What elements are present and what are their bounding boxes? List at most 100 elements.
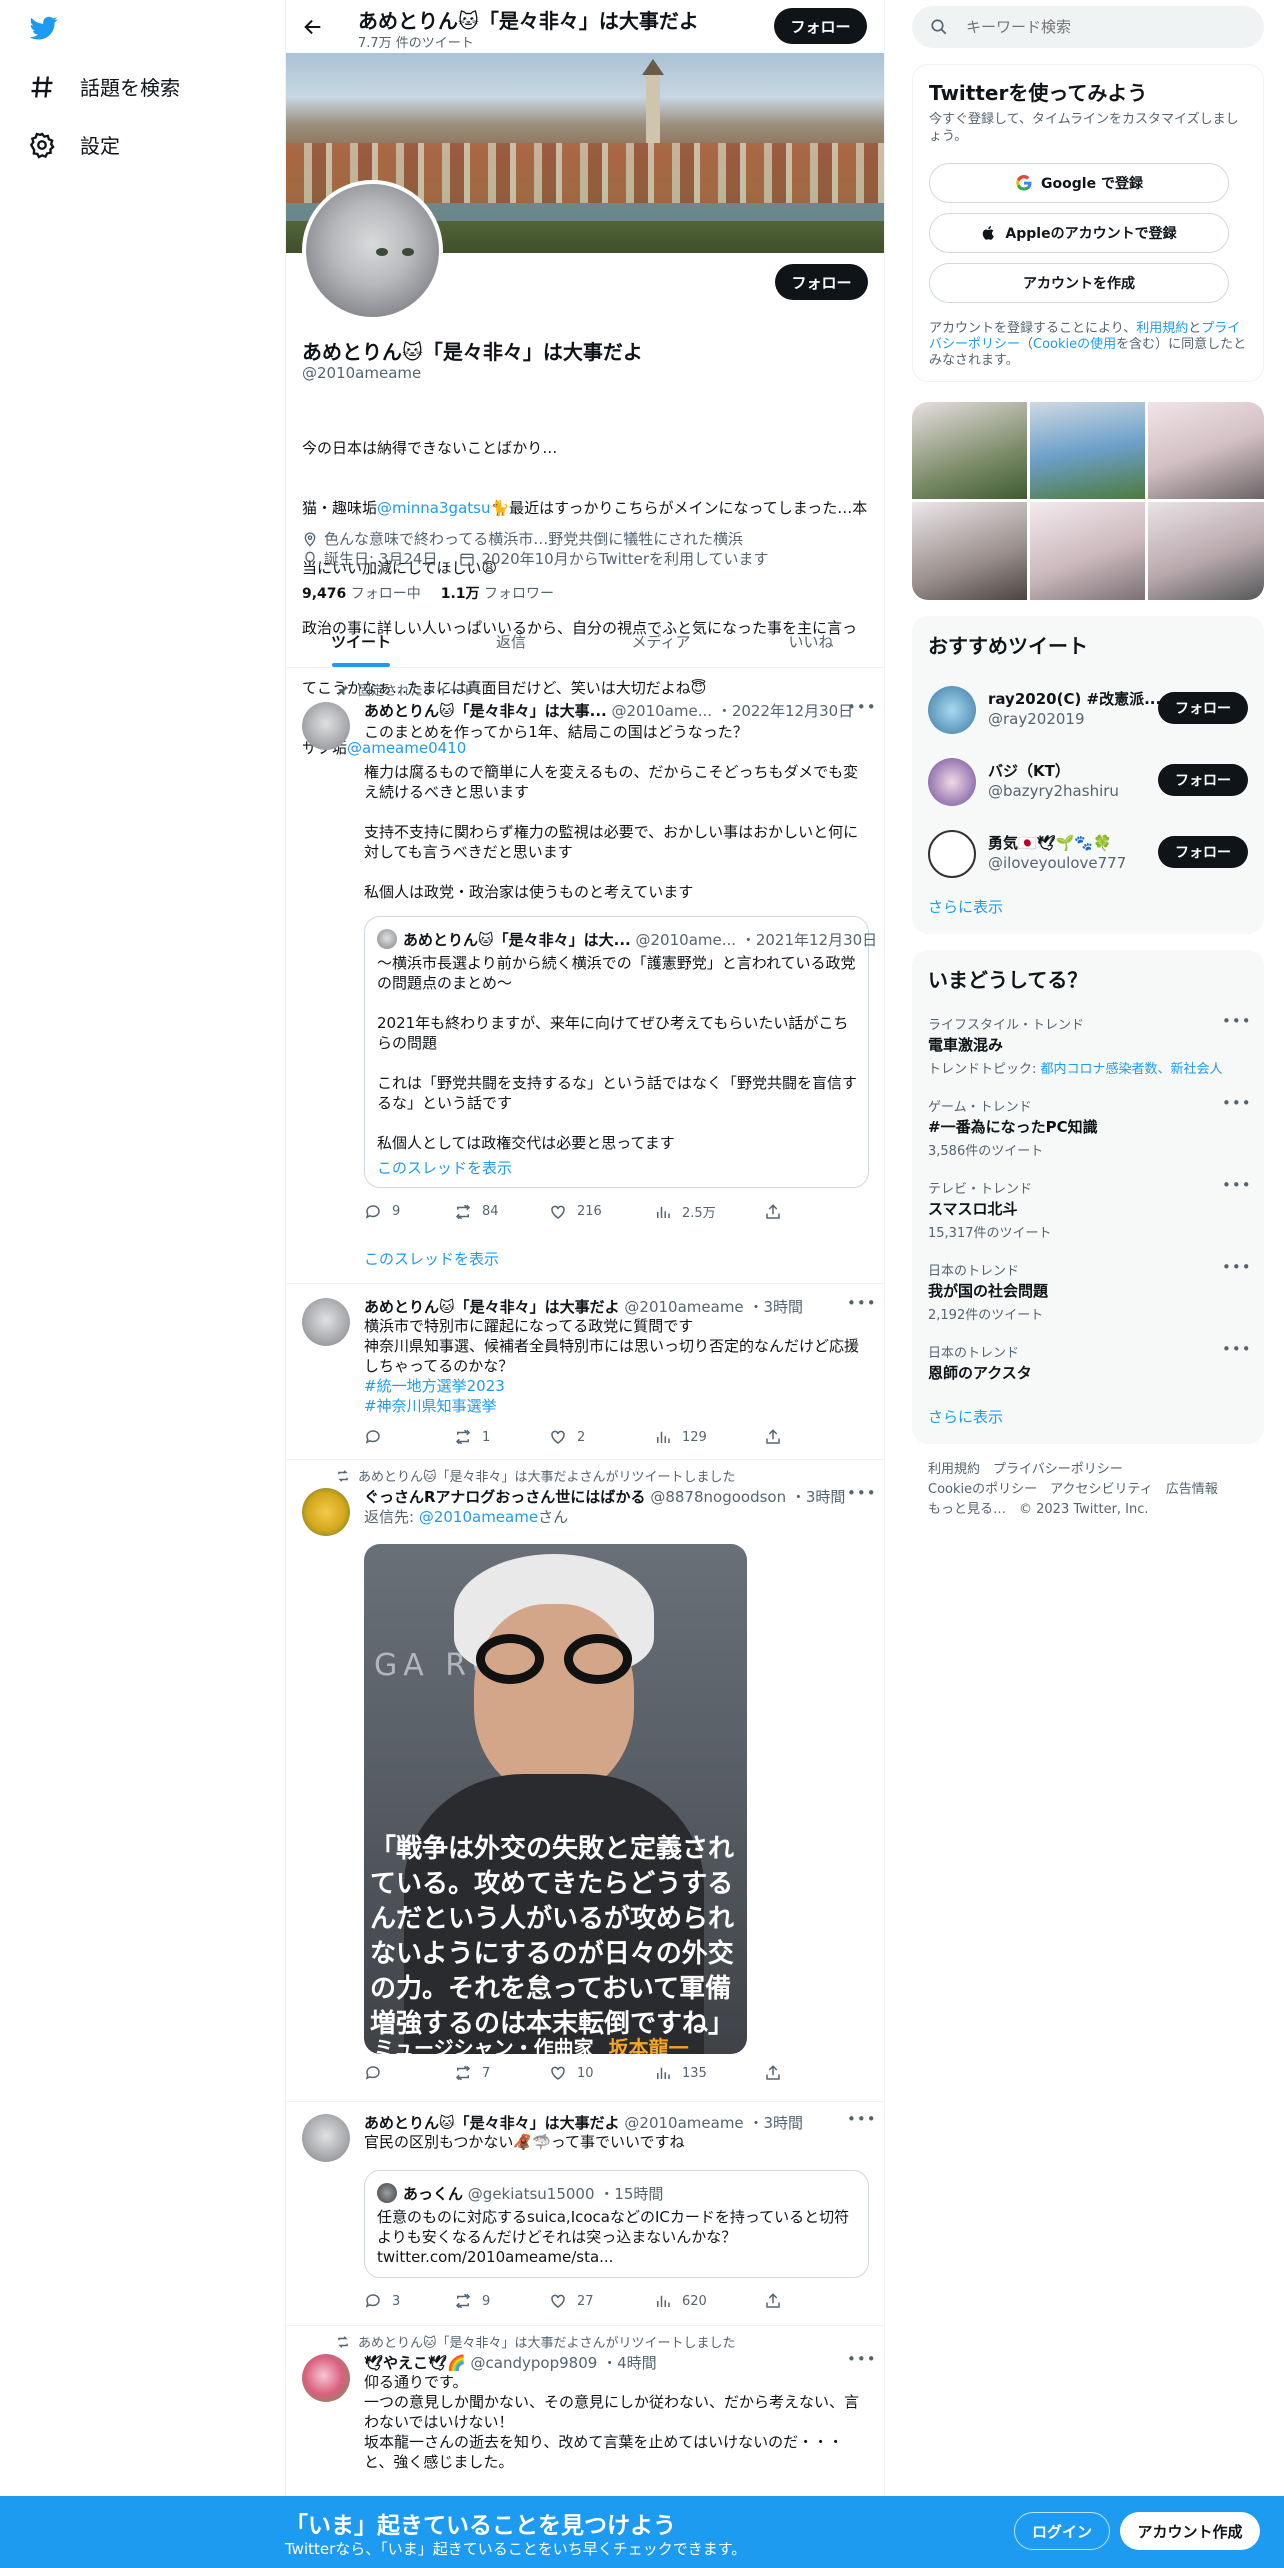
nav-settings[interactable]: 設定: [28, 130, 120, 159]
tweet-image[interactable]: GA ROR ARD 「戦争は外交の失敗と定義されている。攻めてきたらどうするん…: [364, 1544, 747, 2054]
footer-line[interactable]: もっと見る… © 2023 Twitter, Inc.: [928, 1500, 1258, 1520]
reply-button[interactable]: 3: [364, 2292, 454, 2310]
recommended-more-link[interactable]: さらに表示: [928, 896, 1003, 917]
more-icon[interactable]: •••: [847, 2110, 877, 2128]
hashtag-link[interactable]: #神奈川県知事選挙: [364, 1396, 497, 1416]
more-icon[interactable]: •••: [847, 1484, 877, 1502]
like-button[interactable]: 216: [549, 1202, 654, 1221]
more-icon[interactable]: •••: [847, 698, 877, 716]
tweet-avatar[interactable]: [302, 2114, 350, 2162]
google-signup-button[interactable]: Google で登録: [929, 163, 1229, 203]
footer-line[interactable]: 利用規約 プライバシーポリシー: [928, 1460, 1258, 1480]
share-button[interactable]: [764, 2064, 782, 2082]
hashtag-link[interactable]: #統一地方選挙2023: [364, 1376, 505, 1396]
tweet-date[interactable]: ・4時間: [602, 2354, 657, 2372]
tweet[interactable]: あめとりん🐱「是々非々」は大事だよ @2010ameame ・3時間 ••• 官…: [286, 2102, 884, 2324]
tweet-avatar[interactable]: [302, 702, 350, 750]
retweet-button[interactable]: 7: [454, 2064, 549, 2082]
tweet-author-handle[interactable]: @2010ame...: [612, 702, 713, 720]
trend-more-icon[interactable]: •••: [1222, 1176, 1252, 1194]
back-arrow-icon[interactable]: [302, 16, 324, 38]
media-thumb[interactable]: [1148, 502, 1264, 600]
tweet-author-name[interactable]: あめとりん🐱「是々非々」は大事だよ: [364, 1298, 620, 1316]
trend-item[interactable]: 日本のトレンド 我が国の社会問題 2,192件のツイート •••: [912, 1254, 1264, 1336]
tweet-author-name[interactable]: あめとりん🐱「是々非々」は大事...: [364, 702, 607, 720]
views-button[interactable]: 2.5万: [654, 1202, 764, 1221]
trend-more-icon[interactable]: •••: [1222, 1094, 1252, 1112]
share-button[interactable]: [764, 2292, 782, 2310]
bio-mention-link[interactable]: @minna3gatsu: [377, 499, 490, 517]
reply-button[interactable]: 9: [364, 1202, 454, 1221]
retweet-button[interactable]: 84: [454, 1202, 549, 1221]
media-thumb[interactable]: [1030, 502, 1145, 600]
media-thumb[interactable]: [912, 402, 1027, 499]
follow-button[interactable]: フォロー: [1158, 764, 1248, 796]
tweet-author-handle[interactable]: @candypop9809: [471, 2354, 598, 2372]
signup-button[interactable]: アカウント作成: [1120, 2512, 1260, 2550]
cookie-link[interactable]: Cookieの使用: [1033, 337, 1116, 352]
reply-button[interactable]: [364, 1428, 454, 1446]
tweet-date[interactable]: ・3時間: [748, 1298, 803, 1316]
media-thumb[interactable]: [912, 502, 1027, 600]
tab-likes[interactable]: いいね: [736, 615, 884, 668]
media-thumb[interactable]: [1148, 402, 1264, 499]
tweet-author-handle[interactable]: @8878nogoodson: [650, 1488, 786, 1506]
like-button[interactable]: 2: [549, 1428, 654, 1446]
nav-explore[interactable]: 話題を検索: [28, 72, 180, 101]
terms-link[interactable]: 利用規約: [1136, 321, 1188, 336]
like-button[interactable]: 10: [549, 2064, 654, 2082]
share-button[interactable]: [764, 1202, 782, 1221]
recommended-user[interactable]: ray2020(C) #改憲派... @ray202019 フォロー: [912, 674, 1264, 746]
tab-tweets[interactable]: ツイート: [286, 615, 436, 668]
recommended-user[interactable]: 勇気🇯🇵🕊🌱🐾🍀 @iloveyoulove777 フォロー: [912, 818, 1264, 890]
trend-item[interactable]: ライフスタイル・トレンド 電車激混み トレンドトピック: 都内コロナ感染者数、新…: [912, 1008, 1264, 1092]
profile-follow-button[interactable]: フォロー: [775, 264, 868, 300]
follow-button[interactable]: フォロー: [1158, 836, 1248, 868]
search-box[interactable]: [912, 6, 1264, 48]
tweet-avatar[interactable]: [302, 2354, 350, 2402]
show-thread-link[interactable]: このスレッドを表示: [364, 1248, 499, 1269]
reply-to-link[interactable]: @2010ameame: [419, 1508, 538, 1526]
media-thumb[interactable]: [1030, 402, 1145, 499]
retweet-button[interactable]: 9: [454, 2292, 549, 2310]
views-button[interactable]: 129: [654, 1428, 764, 1446]
search-input[interactable]: [966, 16, 1236, 38]
trend-more-icon[interactable]: •••: [1222, 1258, 1252, 1276]
tweet-date[interactable]: ・3時間: [748, 2114, 803, 2132]
tweet[interactable]: あめとりん🐱「是々非々」は大事だよ @2010ameame ・3時間 ••• 横…: [286, 1284, 884, 1458]
apple-signup-button[interactable]: Appleのアカウントで登録: [929, 213, 1229, 253]
tab-media[interactable]: メディア: [586, 615, 736, 668]
tweet-date[interactable]: ・3時間: [791, 1488, 846, 1506]
tweet-avatar[interactable]: [302, 1298, 350, 1346]
reply-button[interactable]: [364, 2064, 454, 2082]
views-button[interactable]: 135: [654, 2064, 764, 2082]
header-follow-button[interactable]: フォロー: [774, 8, 867, 44]
tab-replies[interactable]: 返信: [436, 615, 586, 668]
retweet-button[interactable]: 1: [454, 1428, 549, 1446]
trend-item[interactable]: テレビ・トレンド スマスロ北斗 15,317件のツイート •••: [912, 1172, 1264, 1254]
trend-item[interactable]: 日本のトレンド 恩師のアクスタ •••: [912, 1336, 1264, 1396]
create-account-button[interactable]: アカウントを作成: [929, 263, 1229, 303]
trend-more-icon[interactable]: •••: [1222, 1012, 1252, 1030]
more-icon[interactable]: •••: [847, 1294, 877, 1312]
tweet-author-name[interactable]: ぐっさんRアナログおっさん世にはばかる: [364, 1488, 646, 1506]
profile-avatar[interactable]: [302, 180, 443, 321]
tweet-avatar[interactable]: [302, 1488, 350, 1536]
tweet-author-name[interactable]: 🕊やえこ🕊🌈: [364, 2354, 466, 2372]
tweet-retweet[interactable]: あめとりん🐱「是々非々」は大事だよさんがリツイートしました 🕊やえこ🕊🌈 @ca…: [286, 2326, 884, 2496]
twitter-logo-icon[interactable]: [28, 14, 60, 42]
login-button[interactable]: ログイン: [1014, 2512, 1110, 2550]
share-button[interactable]: [764, 1428, 782, 1446]
more-icon[interactable]: •••: [847, 2350, 877, 2368]
quoted-tweet[interactable]: あめとりん🐱「是々非々」は大... @2010ame... ・2021年12月3…: [364, 916, 877, 1188]
tweet-author-handle[interactable]: @2010ameame: [624, 2114, 743, 2132]
following-link[interactable]: 9,476 フォロー中: [302, 583, 421, 603]
follow-button[interactable]: フォロー: [1158, 692, 1248, 724]
recommended-user[interactable]: バジ（KT） @bazyry2hashiru フォロー: [912, 746, 1264, 818]
followers-link[interactable]: 1.1万 フォロワー: [441, 583, 554, 603]
tweet-retweet[interactable]: あめとりん🐱「是々非々」は大事だよさんがリツイートしました ぐっさんRアナログお…: [286, 1460, 884, 2100]
views-button[interactable]: 620: [654, 2292, 764, 2310]
trend-more-icon[interactable]: •••: [1222, 1340, 1252, 1358]
trend-item[interactable]: ゲーム・トレンド #一番為になったPC知識 3,586件のツイート •••: [912, 1090, 1264, 1172]
trends-more-link[interactable]: さらに表示: [928, 1406, 1003, 1427]
